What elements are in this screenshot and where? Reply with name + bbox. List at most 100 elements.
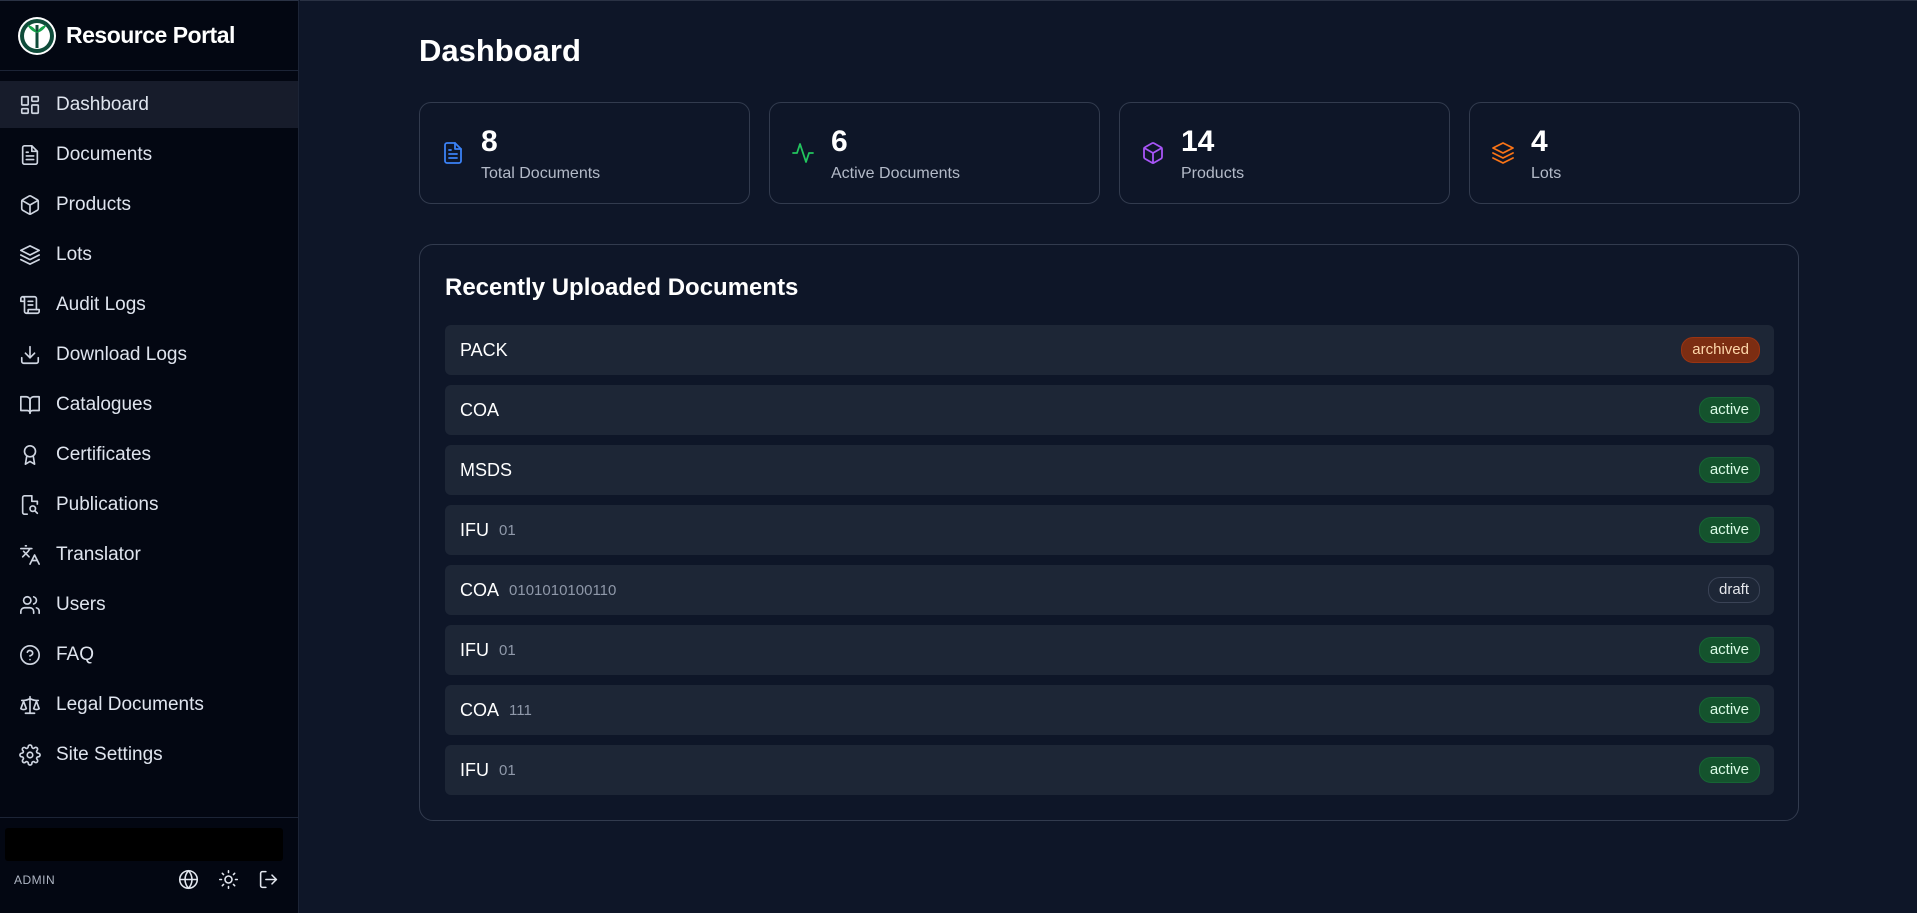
document-type: IFU bbox=[460, 759, 489, 780]
stat-card-products: 14 Products bbox=[1119, 102, 1450, 204]
sidebar-item-label: Download Logs bbox=[56, 343, 187, 365]
gear-icon bbox=[19, 743, 41, 766]
user-bar[interactable] bbox=[5, 828, 283, 861]
sidebar-item-label: Dashboard bbox=[56, 93, 149, 115]
list-item[interactable]: COA 0101010100110 draft bbox=[445, 565, 1774, 615]
document-code: 111 bbox=[509, 701, 532, 719]
sidebar-item-translator[interactable]: Translator bbox=[0, 531, 298, 578]
layers-icon bbox=[19, 244, 41, 266]
sidebar-item-faq[interactable]: FAQ bbox=[0, 631, 298, 678]
list-item[interactable]: IFU 01 active bbox=[445, 625, 1774, 675]
document-type: IFU bbox=[460, 639, 489, 660]
sidebar-item-site-settings[interactable]: Site Settings bbox=[0, 731, 298, 778]
list-item[interactable]: IFU 01 active bbox=[445, 745, 1774, 795]
document-type: COA bbox=[460, 699, 500, 720]
status-badge: archived bbox=[1681, 337, 1760, 363]
document-code: 01 bbox=[499, 521, 516, 539]
status-badge: active bbox=[1698, 757, 1760, 783]
file-text-icon bbox=[441, 141, 465, 165]
sidebar-item-products[interactable]: Products bbox=[0, 181, 298, 228]
book-open-icon bbox=[19, 394, 41, 416]
sidebar-nav: Dashboard Documents Products Lots Audit … bbox=[0, 71, 298, 778]
document-type: COA bbox=[460, 579, 500, 600]
sun-icon[interactable] bbox=[218, 869, 239, 890]
document-type: PACK bbox=[460, 339, 508, 360]
sidebar-item-label: Site Settings bbox=[56, 743, 163, 765]
sidebar-item-label: Translator bbox=[56, 543, 141, 565]
main-content: Dashboard 8 Total Documents 6 Active Doc… bbox=[300, 0, 1917, 913]
stat-label: Total Documents bbox=[481, 165, 601, 182]
list-item[interactable]: COA active bbox=[445, 385, 1774, 435]
document-code: 0101010100110 bbox=[509, 581, 617, 599]
sidebar-item-label: Products bbox=[56, 193, 131, 215]
activity-icon bbox=[791, 141, 815, 165]
sidebar-item-legal-documents[interactable]: Legal Documents bbox=[0, 681, 298, 728]
stat-label: Lots bbox=[1531, 165, 1562, 182]
stat-card-active-documents: 6 Active Documents bbox=[769, 102, 1100, 204]
sidebar-item-label: Legal Documents bbox=[56, 693, 204, 715]
award-icon bbox=[19, 444, 41, 466]
list-item[interactable]: MSDS active bbox=[445, 445, 1774, 495]
globe-icon[interactable] bbox=[178, 869, 199, 890]
sidebar-item-label: Audit Logs bbox=[56, 293, 146, 315]
recent-documents-card: Recently Uploaded Documents PACK archive… bbox=[419, 244, 1799, 821]
status-badge: active bbox=[1698, 397, 1760, 423]
document-type: COA bbox=[460, 399, 500, 420]
list-item[interactable]: COA 111 active bbox=[445, 685, 1774, 735]
sidebar-item-label: Lots bbox=[56, 243, 92, 265]
sidebar: Resource Portal Dashboard Documents Prod… bbox=[0, 0, 299, 913]
sidebar-item-publications[interactable]: Publications bbox=[0, 481, 298, 528]
sidebar-item-dashboard[interactable]: Dashboard bbox=[0, 81, 298, 128]
document-icon bbox=[19, 144, 41, 166]
page-title: Dashboard bbox=[419, 33, 581, 68]
file-search-icon bbox=[19, 494, 41, 516]
sidebar-item-label: FAQ bbox=[56, 643, 95, 665]
document-code: 01 bbox=[499, 761, 516, 779]
recent-documents-title: Recently Uploaded Documents bbox=[445, 274, 799, 301]
list-item[interactable]: IFU 01 active bbox=[445, 505, 1774, 555]
sidebar-item-label: Documents bbox=[56, 143, 153, 165]
dashboard-icon bbox=[19, 94, 41, 116]
brand[interactable]: Resource Portal bbox=[0, 1, 298, 71]
brand-name: Resource Portal bbox=[66, 22, 235, 48]
sidebar-item-download-logs[interactable]: Download Logs bbox=[0, 331, 298, 378]
sidebar-item-users[interactable]: Users bbox=[0, 581, 298, 628]
stat-value: 6 bbox=[831, 125, 848, 158]
stat-label: Active Documents bbox=[831, 165, 960, 182]
box-icon bbox=[1141, 141, 1165, 165]
status-badge: active bbox=[1698, 697, 1760, 723]
help-circle-icon bbox=[19, 644, 41, 666]
brand-logo-icon bbox=[18, 16, 56, 55]
languages-icon bbox=[19, 544, 41, 566]
download-icon bbox=[19, 344, 41, 366]
stat-label: Products bbox=[1181, 165, 1245, 182]
logout-icon[interactable] bbox=[258, 869, 279, 890]
role-label: ADMIN bbox=[14, 873, 56, 887]
box-icon bbox=[19, 194, 41, 216]
sidebar-item-certificates[interactable]: Certificates bbox=[0, 431, 298, 478]
sidebar-footer: ADMIN bbox=[0, 817, 299, 913]
stat-value: 4 bbox=[1531, 125, 1548, 158]
status-badge: active bbox=[1698, 517, 1760, 543]
document-type: MSDS bbox=[460, 459, 513, 480]
sidebar-item-audit-logs[interactable]: Audit Logs bbox=[0, 281, 298, 328]
sidebar-item-label: Certificates bbox=[56, 443, 152, 465]
layers-icon bbox=[1491, 141, 1515, 165]
document-code: 01 bbox=[499, 641, 516, 659]
sidebar-item-catalogues[interactable]: Catalogues bbox=[0, 381, 298, 428]
sidebar-item-label: Publications bbox=[56, 493, 159, 515]
recent-documents-list: PACK archived COA active MSDS active IFU… bbox=[445, 325, 1774, 805]
status-badge: active bbox=[1698, 637, 1760, 663]
users-icon bbox=[19, 594, 41, 616]
status-badge: draft bbox=[1707, 577, 1760, 603]
list-item[interactable]: PACK archived bbox=[445, 325, 1774, 375]
stat-card-lots: 4 Lots bbox=[1469, 102, 1800, 204]
stat-value: 14 bbox=[1181, 125, 1215, 158]
document-type: IFU bbox=[460, 519, 489, 540]
status-badge: active bbox=[1698, 457, 1760, 483]
sidebar-item-label: Users bbox=[56, 593, 106, 615]
sidebar-item-label: Catalogues bbox=[56, 393, 153, 415]
sidebar-item-lots[interactable]: Lots bbox=[0, 231, 298, 278]
stat-card-total-documents: 8 Total Documents bbox=[419, 102, 750, 204]
sidebar-item-documents[interactable]: Documents bbox=[0, 131, 298, 178]
